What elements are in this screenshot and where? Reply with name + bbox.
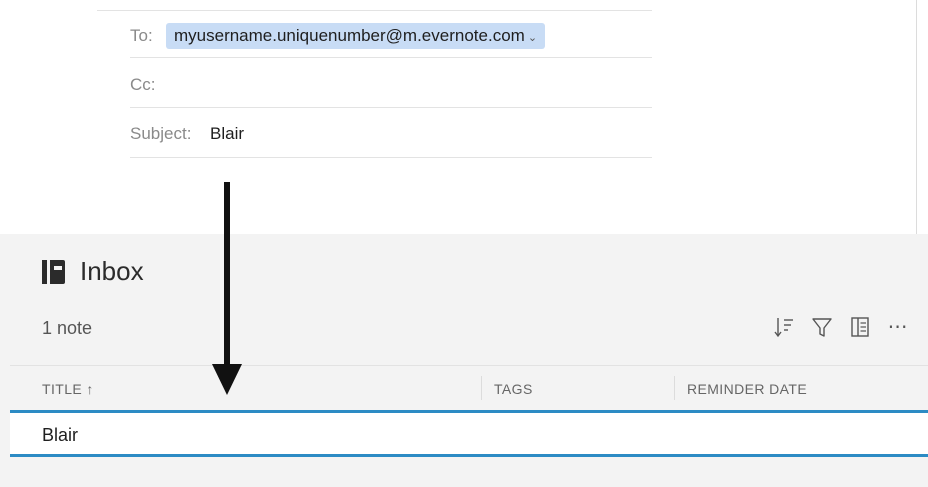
cc-label: Cc: [130, 75, 156, 94]
cc-field[interactable]: Cc: [130, 60, 652, 108]
column-divider[interactable] [674, 376, 675, 400]
to-label: To: [130, 26, 153, 45]
note-title: Blair [42, 425, 79, 445]
notebook-icon [42, 258, 66, 286]
subject-field[interactable]: Subject: Blair [130, 110, 652, 158]
column-title[interactable]: TITLE ↑ [42, 381, 94, 397]
more-icon[interactable]: ⋯ [886, 314, 910, 340]
window-edge [916, 0, 928, 234]
mail-compose-header: To: myusername.uniquenumber@m.evernote.c… [0, 0, 928, 234]
column-reminder-date[interactable]: REMINDER DATE [687, 381, 807, 397]
filter-icon[interactable] [810, 314, 834, 340]
recipient-token[interactable]: myusername.uniquenumber@m.evernote.com ⌄ [166, 23, 546, 49]
notebook-note-list: Inbox 1 note ⋯ TITLE ↑ TAGS REMINDER DAT… [0, 234, 928, 487]
notebook-title: Inbox [80, 256, 144, 286]
table-row[interactable]: Blair [10, 410, 928, 457]
view-icon[interactable] [848, 314, 872, 340]
sort-icon[interactable] [772, 314, 796, 340]
divider [97, 10, 652, 11]
recipient-address: myusername.uniquenumber@m.evernote.com [174, 26, 525, 45]
to-field[interactable]: To: myusername.uniquenumber@m.evernote.c… [130, 12, 652, 58]
column-header: TITLE ↑ TAGS REMINDER DATE [10, 365, 928, 410]
note-count: 1 note [42, 318, 93, 338]
column-divider[interactable] [481, 376, 482, 400]
list-toolbar: ⋯ [772, 314, 910, 340]
arrow-down-icon [212, 182, 242, 395]
column-tags[interactable]: TAGS [494, 381, 533, 397]
chevron-down-icon[interactable]: ⌄ [528, 31, 537, 44]
subject-value[interactable]: Blair [210, 124, 244, 144]
notebook-header: Inbox [42, 256, 144, 287]
subject-label: Subject: [130, 124, 192, 143]
